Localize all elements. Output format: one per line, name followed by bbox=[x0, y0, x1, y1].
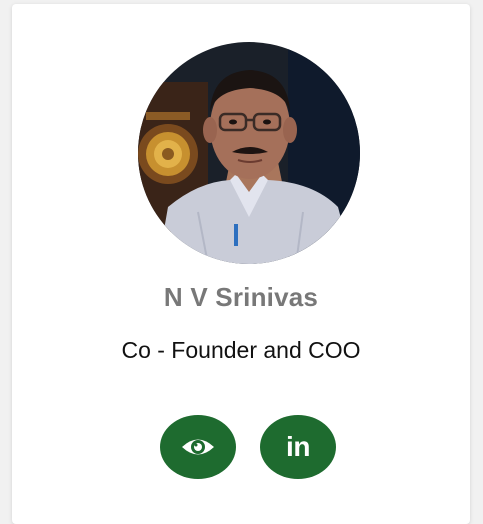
linkedin-button[interactable]: in bbox=[260, 415, 336, 479]
avatar bbox=[138, 42, 360, 264]
eye-icon bbox=[180, 436, 216, 458]
profile-card: N V Srinivas Co - Founder and COO in bbox=[12, 4, 470, 524]
linkedin-icon: in bbox=[286, 431, 310, 463]
view-profile-button[interactable] bbox=[160, 415, 236, 479]
linkedin-glyph: in bbox=[286, 431, 310, 462]
profile-name: N V Srinivas bbox=[163, 282, 319, 312]
avatar-photo bbox=[138, 42, 360, 264]
profile-role: Co - Founder and COO bbox=[121, 337, 361, 363]
